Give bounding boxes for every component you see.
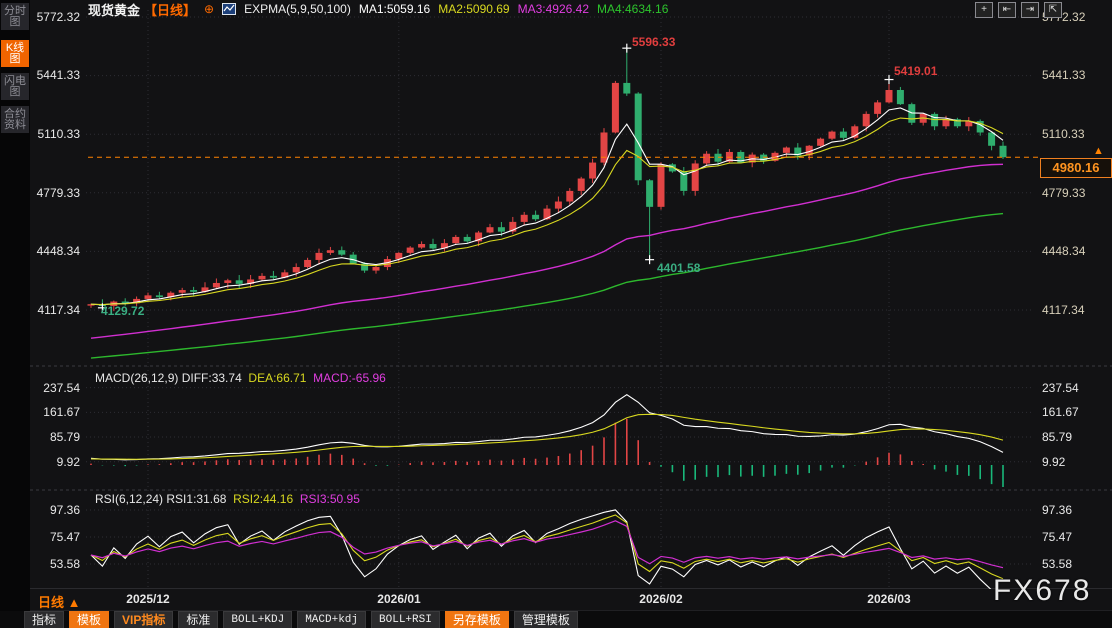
price-axis-label: 4117.34 xyxy=(28,303,80,317)
macd-axis-label: 85.79 xyxy=(28,430,80,444)
ma3-value: MA3:4926.42 xyxy=(518,2,589,16)
price-axis-label: 4448.34 xyxy=(28,244,80,258)
bottom-toolbar: 指标 模板 VIP指标 标准 BOLL+KDJ MACD+kdj BOLL+RS… xyxy=(0,611,1112,628)
macd-title: MACD(26,12,9) xyxy=(95,371,178,385)
sidebar-item-time-chart[interactable]: 分时图 xyxy=(1,3,29,30)
macd-axis-label: 9.92 xyxy=(1042,455,1106,469)
chart-header: 现货黄金 【日线】 ⊕ EXPMA(5,9,50,100) MA1:5059.1… xyxy=(88,1,668,17)
sidebar-item-lightning-chart[interactable]: 闪电图 xyxy=(1,73,29,100)
vip-indicator-button[interactable]: VIP指标 xyxy=(114,611,173,628)
rsi-axis-label: 97.36 xyxy=(28,503,80,517)
price-axis-label: 5441.33 xyxy=(1042,68,1106,82)
rsi-header: RSI(6,12,24) RSI1:31.68 RSI2:44.16 RSI3:… xyxy=(95,492,360,506)
crosshair-icon[interactable]: + xyxy=(975,2,993,18)
price-axis-label: 5441.33 xyxy=(28,68,80,82)
rsi2-value: RSI2:44.16 xyxy=(233,492,293,506)
price-alert-marker-icon: ▲ xyxy=(1093,145,1104,157)
last-price-tag: 4980.16 xyxy=(1040,158,1112,178)
macd-header: MACD(26,12,9) DIFF:33.74 DEA:66.71 MACD:… xyxy=(95,371,386,385)
macd-value: MACD:-65.96 xyxy=(313,371,386,385)
price-axis-label: 4117.34 xyxy=(1042,303,1106,317)
zoom-in-icon[interactable]: ⇥ xyxy=(1021,2,1039,18)
price-axis-label: 5772.32 xyxy=(28,10,80,24)
sidebar-item-contract-info[interactable]: 合约资料 xyxy=(1,106,29,133)
symbol-name: 现货黄金 xyxy=(88,0,140,19)
rsi-axis-label: 75.47 xyxy=(28,530,80,544)
macd-kdj-button[interactable]: MACD+kdj xyxy=(297,611,366,628)
indicator-label: EXPMA(5,9,50,100) xyxy=(244,2,351,16)
period-tag: 【日线】 xyxy=(144,0,196,19)
fx678-watermark: FX678 xyxy=(993,574,1091,608)
macd-axis-label: 161.67 xyxy=(28,405,80,419)
price-axis-label: 4779.33 xyxy=(28,186,80,200)
price-axis-label: 5110.33 xyxy=(28,127,80,141)
date-tick: 2026/03 xyxy=(854,592,924,606)
rsi-axis-label: 53.58 xyxy=(28,557,80,571)
high-annotation: 5419.01 xyxy=(894,64,937,78)
chart-toolbox: + ⇤ ⇥ ⇱ xyxy=(975,2,1062,18)
boll-kdj-button[interactable]: BOLL+KDJ xyxy=(223,611,292,628)
macd-axis-label: 237.54 xyxy=(1042,381,1106,395)
price-axis-label: 5110.33 xyxy=(1042,127,1106,141)
add-indicator-icon[interactable]: ⊕ xyxy=(204,2,214,16)
chart-canvas[interactable] xyxy=(0,0,1112,628)
low-annotation: 4129.72 xyxy=(101,304,144,318)
standard-button[interactable]: 标准 xyxy=(178,611,218,628)
price-axis-label: 4448.34 xyxy=(1042,244,1106,258)
zoom-out-icon[interactable]: ⇤ xyxy=(998,2,1016,18)
price-axis-label: 4779.33 xyxy=(1042,186,1106,200)
pane-toggle-icon[interactable]: ⇱ xyxy=(1044,2,1062,18)
ma4-value: MA4:4634.16 xyxy=(597,2,668,16)
macd-dea-value: DEA:66.71 xyxy=(248,371,306,385)
low-annotation: 4401.58 xyxy=(657,261,700,275)
indicator-chip-icon xyxy=(222,3,236,15)
template-button[interactable]: 模板 xyxy=(69,611,109,628)
rsi-axis-label: 53.58 xyxy=(1042,557,1106,571)
macd-axis-label: 237.54 xyxy=(28,381,80,395)
date-tick: 2025/12 xyxy=(113,592,183,606)
manage-template-button[interactable]: 管理模板 xyxy=(514,611,578,628)
date-tick: 2026/01 xyxy=(364,592,434,606)
ma2-value: MA2:5090.69 xyxy=(438,2,509,16)
macd-diff-value: DIFF:33.74 xyxy=(182,371,242,385)
ma1-value: MA1:5059.16 xyxy=(359,2,430,16)
rsi3-value: RSI3:50.95 xyxy=(300,492,360,506)
rsi-axis-label: 75.47 xyxy=(1042,530,1106,544)
high-annotation: 5596.33 xyxy=(632,35,675,49)
rsi1-value: RSI1:31.68 xyxy=(166,492,226,506)
rsi-title: RSI(6,12,24) xyxy=(95,492,163,506)
boll-rsi-button[interactable]: BOLL+RSI xyxy=(371,611,440,628)
macd-axis-label: 9.92 xyxy=(28,455,80,469)
macd-axis-label: 161.67 xyxy=(1042,405,1106,419)
rsi-axis-label: 97.36 xyxy=(1042,503,1106,517)
date-tick: 2026/02 xyxy=(626,592,696,606)
trading-app-window: 分时图 K线图 闪电图 合约资料 现货黄金 【日线】 ⊕ EXPMA(5,9,5… xyxy=(0,0,1112,628)
save-template-button[interactable]: 另存模板 xyxy=(445,611,509,628)
left-sidebar: 分时图 K线图 闪电图 合约资料 xyxy=(0,0,30,611)
period-selector[interactable]: 日线 ▲ xyxy=(38,592,80,611)
macd-axis-label: 85.79 xyxy=(1042,430,1106,444)
sidebar-item-kline-chart[interactable]: K线图 xyxy=(1,40,29,67)
indicator-button[interactable]: 指标 xyxy=(24,611,64,628)
